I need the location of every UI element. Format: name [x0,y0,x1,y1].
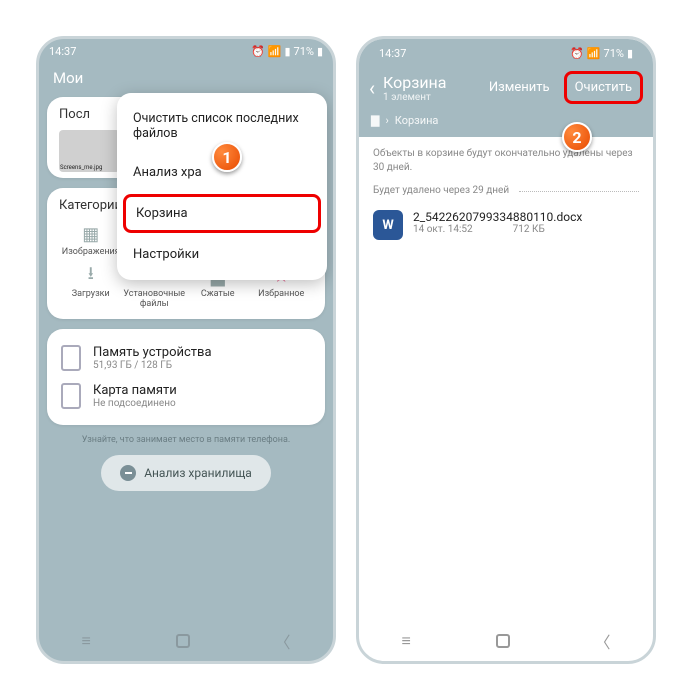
file-name: 2_5422620799334880110.docx [413,210,582,224]
breadcrumb: ▇ › Корзина [369,104,643,127]
callout-2: 2 [562,122,592,152]
alarm-icon: ⏰ [251,45,265,58]
trash-notice: Объекты в корзине будут окончательно уда… [359,137,653,185]
back-button[interactable]: ‹ [369,76,375,100]
callout-1: 1 [212,142,242,172]
folder-icon: ▇ [371,114,379,127]
nav-home-icon[interactable] [496,634,510,648]
image-icon: ▦ [59,221,123,247]
analyze-storage-button[interactable]: Анализ хранилища [101,455,271,491]
trash-title: Корзина [383,73,475,92]
nav-recents-icon[interactable]: ≡ [81,631,90,651]
pie-chart-icon [120,465,136,481]
menu-settings[interactable]: Настройки [117,235,327,274]
wifi-icon: 📶 [587,47,601,60]
download-icon: ⭳ [59,263,123,289]
wifi-icon: 📶 [268,45,282,58]
alarm-icon: ⏰ [570,47,584,60]
file-date: 14 окт. 14:52 [413,224,473,235]
nav-bar: ≡ 〈 [359,621,653,661]
file-size: 712 КБ [513,224,545,235]
phone-right: 14:37 ⏰ 📶 71% ▮ ‹ Корзина 1 элемент Изме… [356,36,656,664]
battery-text: 71% [294,45,314,58]
cat-images[interactable]: ▦Изображения [59,221,123,257]
page-title-partial: Мои [39,63,333,87]
clear-button[interactable]: Очистить [564,71,643,104]
storage-sd[interactable]: Карта памятиНе подсоединено [59,377,313,415]
delete-group-label: Будет удалено через 29 дней [359,185,653,202]
device-storage-icon [61,345,81,371]
edit-button[interactable]: Изменить [483,76,556,99]
cat-downloads[interactable]: ⭳Загрузки [59,263,123,309]
overflow-menu: Очистить список последних файлов Анализ … [117,93,327,280]
nav-bar: ≡ 〈 [39,621,333,661]
storage-device[interactable]: Память устройства51,93 ГБ / 128 ГБ [59,339,313,377]
sd-card-icon [61,383,81,409]
storage-hint: Узнайте, что занимает место в памяти тел… [39,435,333,445]
battery-icon: ▮ [627,47,633,60]
nav-back-icon[interactable]: 〈 [595,629,611,653]
nav-back-icon[interactable]: 〈 [275,629,291,653]
trash-header: 14:37 ⏰ 📶 71% ▮ ‹ Корзина 1 элемент Изме… [359,39,653,137]
trash-count: 1 элемент [383,92,475,103]
file-row[interactable]: W 2_5422620799334880110.docx 14 окт. 14:… [359,202,653,248]
status-icons: ⏰ 📶 ▮ 71% ▮ [251,45,323,58]
signal-icon: ▮ [284,45,290,58]
menu-trash[interactable]: Корзина [123,194,321,233]
battery-icon: ▮ [317,45,323,58]
nav-home-icon[interactable] [176,634,190,648]
battery-text: 71% [604,47,624,60]
nav-recents-icon[interactable]: ≡ [401,631,410,651]
status-bar: 14:37 ⏰ 📶 ▮ 71% ▮ [39,39,333,63]
status-time: 14:37 [49,45,76,58]
status-time: 14:37 [379,47,406,60]
storage-card: Память устройства51,93 ГБ / 128 ГБ Карта… [47,329,325,425]
status-icons: ⏰ 📶 71% ▮ [570,47,633,60]
word-doc-icon: W [373,210,403,240]
thumb[interactable]: Screens_me.jpg [59,130,120,172]
phone-left: 14:37 ⏰ 📶 ▮ 71% ▮ Мои Посл Screens_me.jp… [36,36,336,664]
